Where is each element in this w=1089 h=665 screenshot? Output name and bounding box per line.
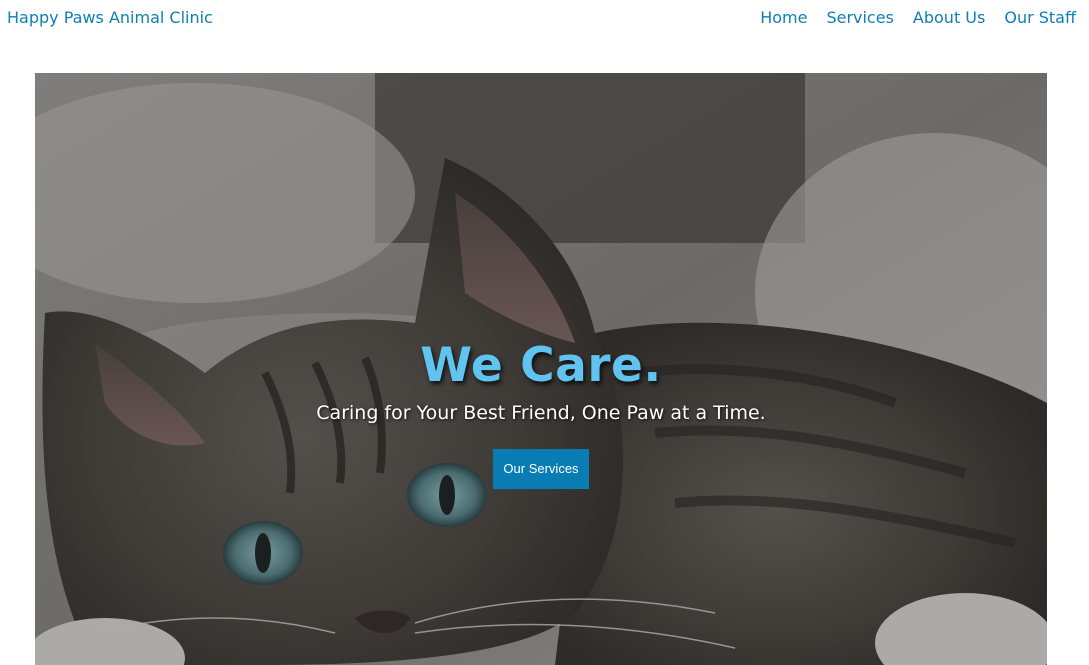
nav-item-about-us[interactable]: About Us [913, 8, 985, 27]
hero-subtitle: Caring for Your Best Friend, One Paw at … [316, 402, 766, 424]
site-header: Happy Paws Animal Clinic Home Services A… [0, 0, 1089, 40]
our-services-button[interactable]: Our Services [493, 449, 589, 489]
nav-item-home[interactable]: Home [760, 8, 807, 27]
nav-item-our-staff[interactable]: Our Staff [1004, 8, 1076, 27]
main-nav: Home Services About Us Our Staff [760, 8, 1076, 27]
hero-content: We Care. Caring for Your Best Friend, On… [35, 335, 1047, 489]
hero-title: We Care. [420, 338, 662, 393]
nav-item-services[interactable]: Services [826, 8, 893, 27]
brand-link[interactable]: Happy Paws Animal Clinic [7, 8, 213, 27]
hero-section: We Care. Caring for Your Best Friend, On… [35, 73, 1047, 665]
